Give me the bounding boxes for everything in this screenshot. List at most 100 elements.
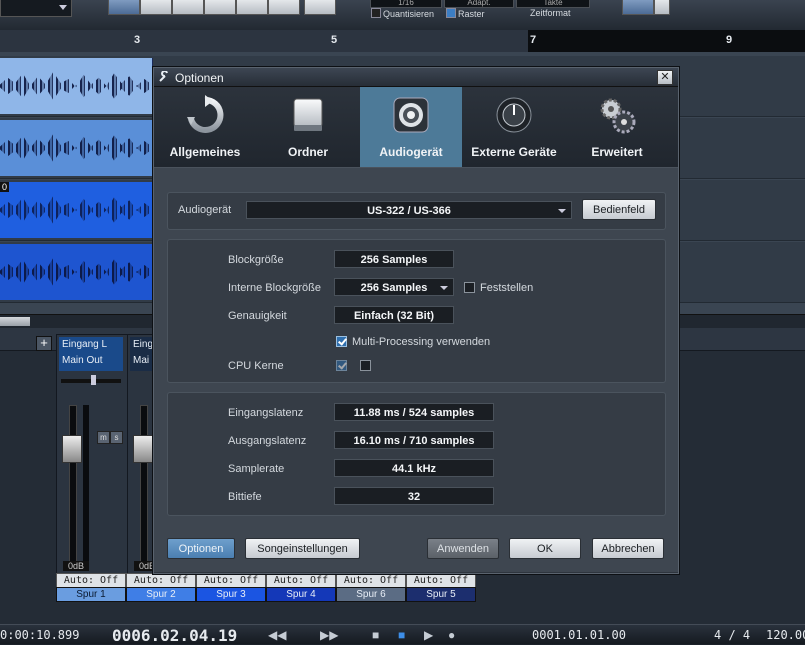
automation-mode[interactable]: Auto: Off bbox=[266, 573, 336, 588]
fix-checkbox[interactable] bbox=[464, 282, 475, 293]
add-channel-button[interactable]: + bbox=[36, 336, 52, 351]
gears-icon bbox=[600, 98, 636, 134]
ruler-loop-region[interactable]: 7 9 bbox=[528, 30, 805, 52]
split-tool-button[interactable] bbox=[172, 0, 204, 15]
refresh-icon bbox=[187, 95, 224, 133]
cancel-button[interactable]: Abbrechen bbox=[592, 538, 664, 559]
help-button[interactable] bbox=[304, 0, 336, 15]
volume-readout: 0dB bbox=[63, 561, 89, 571]
pan-slider[interactable] bbox=[61, 375, 121, 385]
output-label: Main Out bbox=[62, 355, 103, 366]
ruler-mark: 9 bbox=[726, 34, 733, 46]
quantize-checkbox[interactable] bbox=[371, 8, 381, 18]
tab-allgemeines[interactable]: Allgemeines bbox=[154, 87, 256, 167]
ruler-mark: 7 bbox=[530, 34, 537, 46]
internal-block-size-label: Interne Blockgröße bbox=[228, 282, 321, 294]
snap-checkbox[interactable] bbox=[446, 8, 456, 18]
automation-mode[interactable]: Auto: Off bbox=[406, 573, 476, 588]
automation-mode[interactable]: Auto: Off bbox=[336, 573, 406, 588]
mute-tool-button[interactable] bbox=[268, 0, 300, 15]
volume-fader[interactable] bbox=[62, 435, 82, 463]
dialog-titlebar[interactable]: Optionen ✕ bbox=[154, 68, 678, 87]
volume-fader[interactable] bbox=[133, 435, 153, 463]
paint-tool-button[interactable] bbox=[236, 0, 268, 15]
snap-toggle[interactable]: Raster bbox=[446, 8, 485, 19]
scroll-thumb[interactable] bbox=[0, 317, 30, 326]
quantize-toggle[interactable]: Quantisieren bbox=[371, 8, 434, 19]
automation-mode[interactable]: Auto: Off bbox=[196, 573, 266, 588]
waveform bbox=[0, 196, 152, 224]
volume-fader-track[interactable] bbox=[69, 405, 77, 567]
dialog-content: Audiogerät US-322 / US-366 Bedienfeld Bl… bbox=[154, 168, 678, 572]
timeformat-value[interactable]: Takte bbox=[516, 0, 590, 8]
input-label: Eingang L bbox=[62, 339, 108, 350]
track-name[interactable]: Spur 1 bbox=[56, 587, 126, 602]
rewind-icon[interactable]: ◀◀ bbox=[268, 628, 286, 642]
tab-ordner[interactable]: Ordner bbox=[257, 87, 359, 167]
automation-mode[interactable]: Auto: Off bbox=[56, 573, 126, 588]
audio-clip[interactable] bbox=[0, 120, 153, 176]
output-latency-value: 16.10 ms / 710 samples bbox=[334, 431, 494, 449]
block-size-label: Blockgröße bbox=[228, 254, 284, 266]
track-name[interactable]: Spur 5 bbox=[406, 587, 476, 602]
internal-block-size-select[interactable]: 256 Samples bbox=[334, 278, 454, 296]
cpu-cores-label: CPU Kerne bbox=[228, 360, 284, 372]
forward-icon[interactable]: ▶▶ bbox=[320, 628, 338, 642]
device-group: Audiogerät US-322 / US-366 Bedienfeld bbox=[167, 192, 666, 230]
output-latency-label: Ausgangslatenz bbox=[228, 435, 307, 447]
speaker-icon bbox=[393, 97, 429, 133]
audio-clip[interactable] bbox=[0, 244, 153, 300]
multiprocessing-checkbox[interactable] bbox=[336, 336, 347, 347]
wrench-icon bbox=[159, 71, 168, 82]
track-name[interactable]: Spur 6 bbox=[336, 587, 406, 602]
control-panel-button[interactable]: Bedienfeld bbox=[582, 199, 656, 220]
ruler-mark: 5 bbox=[331, 34, 338, 46]
audio-clip[interactable] bbox=[0, 182, 153, 238]
stop-icon[interactable]: ■ bbox=[372, 628, 379, 642]
record-icon[interactable]: ● bbox=[448, 628, 455, 642]
track-name[interactable]: Spur 3 bbox=[196, 587, 266, 602]
track-name[interactable]: Spur 4 bbox=[266, 587, 336, 602]
song-settings-button[interactable]: Songeinstellungen bbox=[245, 538, 360, 559]
transport-bar: 0:00:10.899 0006.02.04.19 ◀◀ ▶▶ ■ ■ ▶ ● … bbox=[0, 624, 805, 645]
tab-erweitert[interactable]: Erweitert bbox=[566, 87, 668, 167]
tab-audiogeraet[interactable]: Audiogerät bbox=[360, 87, 462, 167]
toolbar-dropdown[interactable] bbox=[0, 0, 72, 17]
multiprocessing-label: Multi-Processing verwenden bbox=[352, 336, 491, 348]
loop-icon[interactable]: ■ bbox=[398, 628, 405, 642]
close-button[interactable]: ✕ bbox=[657, 70, 673, 85]
ok-button[interactable]: OK bbox=[509, 538, 581, 559]
quantize-value[interactable]: 1/16 bbox=[370, 0, 442, 8]
snap-value[interactable]: Adapt. bbox=[444, 0, 514, 8]
range-tool-button[interactable] bbox=[140, 0, 172, 15]
device-select[interactable]: US-322 / US-366 bbox=[246, 201, 572, 219]
io-selector[interactable]: Eingang L Main Out bbox=[59, 337, 123, 371]
loop-position-readout: 0001.01.01.00 bbox=[532, 628, 626, 642]
arrow-tool-button[interactable] bbox=[108, 0, 140, 15]
arrange-view-button[interactable] bbox=[622, 0, 654, 15]
snap-label: Raster bbox=[458, 9, 485, 19]
audio-clip[interactable] bbox=[0, 58, 153, 114]
cpu-core-1-checkbox[interactable] bbox=[336, 360, 347, 371]
dialog-title: Optionen bbox=[175, 71, 224, 85]
solo-button[interactable]: s bbox=[110, 431, 123, 444]
volume-fader-track[interactable] bbox=[140, 405, 148, 567]
tab-label: Erweitert bbox=[591, 145, 643, 159]
tab-label: Ordner bbox=[287, 145, 328, 159]
mute-button[interactable]: m bbox=[97, 431, 110, 444]
automation-mode[interactable]: Auto: Off bbox=[126, 573, 196, 588]
sample-rate-label: Samplerate bbox=[228, 463, 285, 475]
apply-button[interactable]: Anwenden bbox=[427, 538, 499, 559]
pan-knob[interactable] bbox=[91, 375, 96, 385]
eraser-tool-button[interactable] bbox=[204, 0, 236, 15]
precision-field[interactable]: Einfach (32 Bit) bbox=[334, 306, 454, 324]
options-button[interactable]: Optionen bbox=[167, 538, 235, 559]
play-icon[interactable]: ▶ bbox=[424, 628, 433, 642]
latency-info-group: Eingangslatenz 11.88 ms / 524 samples Au… bbox=[167, 392, 666, 516]
tab-externe-geraete[interactable]: Externe Geräte bbox=[463, 87, 565, 167]
cpu-core-2-checkbox[interactable] bbox=[360, 360, 371, 371]
track-name[interactable]: Spur 2 bbox=[126, 587, 196, 602]
expand-button[interactable] bbox=[654, 0, 670, 15]
time-signature: 4 / 4 bbox=[714, 628, 751, 642]
block-size-field[interactable]: 256 Samples bbox=[334, 250, 454, 268]
